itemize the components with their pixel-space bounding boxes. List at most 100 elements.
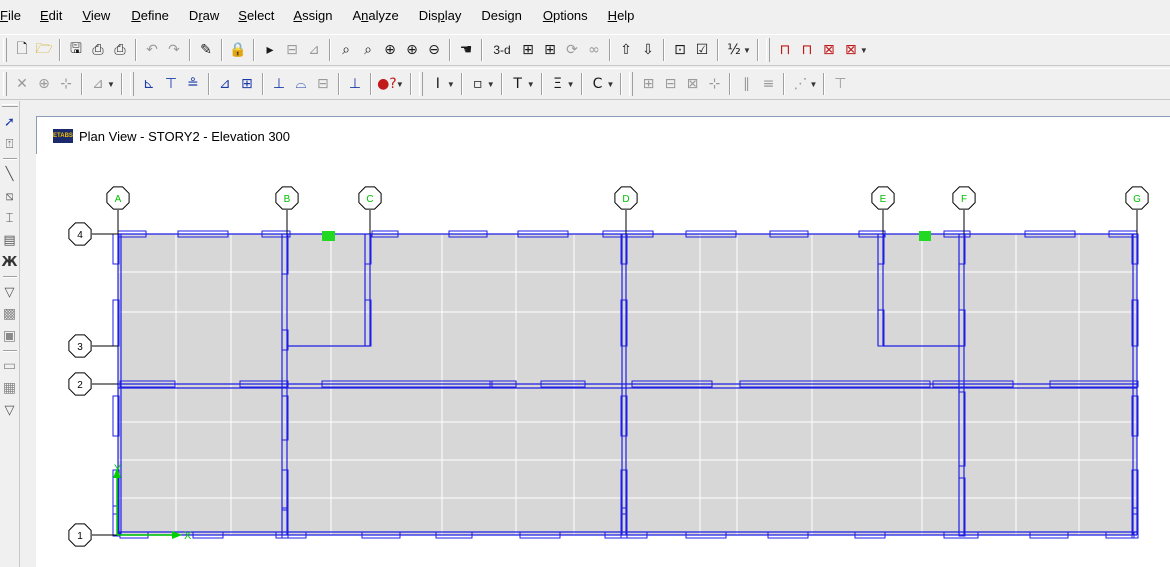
chevron-down-icon[interactable]: ▼ <box>447 80 455 89</box>
show-mode-icon[interactable]: ⊿ <box>214 73 236 95</box>
section-i-icon[interactable]: I <box>427 73 449 95</box>
show-shell-forces-icon[interactable]: ⊟ <box>312 73 334 95</box>
tendon-icon[interactable]: ⋰ <box>789 73 811 95</box>
undo-icon[interactable]: ↶ <box>141 39 163 61</box>
section-tee-icon[interactable]: T <box>507 73 529 95</box>
toolbar-grip[interactable] <box>1 104 18 107</box>
toolbar-grip[interactable] <box>418 72 423 96</box>
draw-grid-icon[interactable]: ▤ <box>1 229 19 251</box>
chevron-down-icon[interactable]: ▼ <box>743 46 751 55</box>
draw-rect-area-icon[interactable]: ▩ <box>1 303 19 325</box>
pan-icon[interactable]: ☚ <box>455 39 477 61</box>
draw-area-icon[interactable]: ▽ <box>1 281 19 303</box>
zoom-out-icon[interactable]: ⊕ <box>401 39 423 61</box>
draw-brace-icon[interactable]: ⊠ <box>818 39 840 61</box>
snap-middle-icon[interactable]: ⊹ <box>55 73 77 95</box>
chevron-down-icon[interactable]: ▼ <box>567 80 575 89</box>
view-3d-button[interactable]: 3-d <box>487 39 517 61</box>
elevation-view-icon[interactable]: ⊞ <box>539 39 561 61</box>
show-deformed-icon[interactable]: ≗ <box>182 73 204 95</box>
plan-view-titlebar[interactable]: ETABS Plan View - STORY2 - Elevation 300 <box>37 117 1170 155</box>
chevron-down-icon[interactable]: ▼ <box>396 80 404 89</box>
draw-line-icon[interactable]: ╲ <box>1 163 19 185</box>
section-channel-icon[interactable]: C <box>587 73 609 95</box>
show-stress-icon[interactable]: ⊞ <box>236 73 258 95</box>
draw-wall-click-icon[interactable]: ▦ <box>1 377 19 399</box>
show-combined-icon[interactable]: ⊥ <box>344 73 366 95</box>
show-loads-icon[interactable]: ⊾ <box>138 73 160 95</box>
toolbar-grip[interactable] <box>3 38 7 62</box>
menu-display[interactable]: Display <box>419 8 469 24</box>
zoom-previous-icon[interactable]: ⌕ <box>357 39 379 61</box>
show-forces-icon[interactable]: ⊤ <box>160 73 182 95</box>
pointer-icon[interactable]: ➚ <box>1 111 19 133</box>
cross-select-icon[interactable]: ✕ <box>11 73 33 95</box>
draw-opening-icon[interactable]: ▽ <box>1 399 19 421</box>
columns-icon[interactable]: ∥ <box>735 73 757 95</box>
plan-drawing[interactable]: A B C D E F G 4 3 2 1 X Y <box>36 154 1170 567</box>
menu-design[interactable]: Design <box>481 8 528 24</box>
menu-assign[interactable]: Assign <box>293 8 339 24</box>
new-file-icon[interactable]: 🗋 <box>11 39 33 61</box>
plan-view-icon[interactable]: ⊞ <box>517 39 539 61</box>
menu-select[interactable]: Select <box>238 8 281 24</box>
run-analysis-icon[interactable]: ▸ <box>259 39 281 61</box>
design-info-icon[interactable]: ●? <box>376 73 398 95</box>
save-icon[interactable]: 🖫 <box>65 39 87 61</box>
draw-brace-icon[interactable]: Ж <box>1 251 19 273</box>
menu-view[interactable]: View <box>82 8 117 24</box>
toolbar-grip[interactable] <box>129 72 134 96</box>
chevron-down-icon[interactable]: ▼ <box>860 46 868 55</box>
show-reactions-icon[interactable]: ⊥ <box>268 73 290 95</box>
menu-analyze[interactable]: Analyze <box>352 8 405 24</box>
units-icon[interactable]: ½ <box>723 39 745 61</box>
toolbar-grip[interactable] <box>3 72 7 96</box>
draw-multi-icon[interactable]: ⊠ <box>840 39 862 61</box>
chevron-down-icon[interactable]: ▼ <box>607 80 615 89</box>
redo-icon[interactable]: ↷ <box>163 39 185 61</box>
toolbar-grip[interactable] <box>765 38 770 62</box>
menu-options[interactable]: Options <box>543 8 595 24</box>
menu-help[interactable]: Help <box>608 8 642 24</box>
detail-icon[interactable]: ⊞ <box>637 73 659 95</box>
object-shrink-icon[interactable]: ⊡ <box>669 39 691 61</box>
menu-draw[interactable]: Draw <box>189 8 226 24</box>
lock-model-icon[interactable]: ⊿ <box>303 39 325 61</box>
print-icon[interactable]: ⎙ <box>87 39 109 61</box>
draw-wall-icon[interactable]: ▭ <box>1 355 19 377</box>
plan-canvas[interactable]: A B C D E F G 4 3 2 1 X Y <box>36 154 1170 567</box>
move-down-icon[interactable]: ⇩ <box>637 39 659 61</box>
reshape-icon[interactable]: ⍐ <box>1 133 19 155</box>
draw-column-icon[interactable]: ⌶ <box>1 207 19 229</box>
snap-options-icon[interactable]: ⊿ <box>87 73 109 95</box>
chevron-down-icon[interactable]: ▼ <box>107 80 115 89</box>
run-steps-icon[interactable]: ⊟ <box>281 39 303 61</box>
rebar-icon[interactable]: ⊹ <box>703 73 725 95</box>
set-display-options-icon[interactable]: ☑ <box>691 39 713 61</box>
pencil-icon[interactable]: ✎ <box>195 39 217 61</box>
section-box-icon[interactable]: ▫ <box>467 73 489 95</box>
perspective-icon[interactable]: ∞ <box>583 39 605 61</box>
drawing-icon[interactable]: ⊟ <box>659 73 681 95</box>
lock-icon[interactable]: 🔒 <box>227 39 249 61</box>
snap-point-icon[interactable]: ⊕ <box>33 73 55 95</box>
section-wall-icon[interactable]: Ξ <box>547 73 569 95</box>
zoom-in-icon[interactable]: ⊕ <box>379 39 401 61</box>
chevron-down-icon[interactable]: ▼ <box>487 80 495 89</box>
toolbar-grip[interactable] <box>629 72 634 96</box>
rows-icon[interactable]: ≡ <box>757 73 779 95</box>
zoom-window-icon[interactable]: ⌕ <box>335 39 357 61</box>
zoom-fit-icon[interactable]: ⊖ <box>423 39 445 61</box>
menu-edit[interactable]: Edit <box>40 8 69 24</box>
draw-beam-icon[interactable]: ⊓ <box>774 39 796 61</box>
show-frame-forces-icon[interactable]: ⌓ <box>290 73 312 95</box>
draw-click-area-icon[interactable]: ▣ <box>1 325 19 347</box>
extra-icon[interactable]: ⊤ <box>829 73 851 95</box>
draw-secondary-beam-icon[interactable]: ⊓ <box>796 39 818 61</box>
chevron-down-icon[interactable]: ▼ <box>809 80 817 89</box>
move-up-icon[interactable]: ⇧ <box>615 39 637 61</box>
draw-line-box-icon[interactable]: ⧅ <box>1 185 19 207</box>
menu-file[interactable]: File <box>0 8 28 24</box>
print-preview-icon[interactable]: ⎙ <box>109 39 131 61</box>
hatch-icon[interactable]: ⊠ <box>681 73 703 95</box>
